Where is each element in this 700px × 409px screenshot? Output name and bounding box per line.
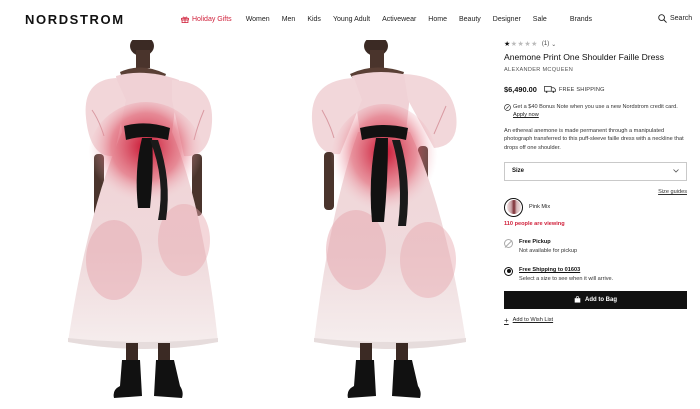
search-icon <box>658 14 667 23</box>
nav-beauty[interactable]: Beauty <box>459 16 481 23</box>
main-nav: Holiday Gifts Women Men Kids Young Adult… <box>181 16 604 23</box>
nav-kids[interactable]: Kids <box>307 16 321 23</box>
promo-text: Get a $40 Bonus Note when you use a new … <box>513 104 678 110</box>
shipping-radio[interactable] <box>504 266 513 276</box>
chevron-down-icon: ⌄ <box>551 41 557 48</box>
add-to-bag-label: Add to Bag <box>585 296 617 303</box>
nav-men[interactable]: Men <box>282 16 296 23</box>
star-icon: ★ <box>504 41 511 48</box>
product-image-front[interactable] <box>54 40 234 409</box>
size-select[interactable]: Size <box>504 161 687 181</box>
shipping-title[interactable]: Free Shipping to 01603 <box>519 267 613 273</box>
nav-young-adult[interactable]: Young Adult <box>333 16 370 23</box>
price-row: $6,490.00 FREE SHIPPING <box>504 85 687 94</box>
nordstrom-logo[interactable]: NORDSTROM <box>25 12 125 27</box>
product-description: An ethereal anemone is made permanent th… <box>504 128 684 151</box>
bonus-note-icon <box>504 103 511 111</box>
free-shipping-label: FREE SHIPPING <box>558 86 605 93</box>
nav-designer[interactable]: Designer <box>493 16 521 23</box>
truck-icon <box>543 86 556 93</box>
brand-link[interactable]: ALEXANDER MCQUEEN <box>504 67 687 73</box>
search-button[interactable]: Search <box>658 14 692 23</box>
color-selector: Pink Mix <box>504 197 687 217</box>
gift-icon <box>181 16 189 23</box>
search-label: Search <box>670 15 693 22</box>
size-select-label: Size <box>512 168 525 175</box>
apply-now-link[interactable]: Apply now <box>513 111 678 119</box>
chevron-down-icon <box>673 169 679 173</box>
size-guides-link[interactable]: Size guides <box>504 189 687 195</box>
product-price: $6,490.00 <box>504 85 537 94</box>
free-pickup-option[interactable]: Free Pickup Not available for pickup <box>504 238 687 254</box>
swatch-image <box>506 200 521 215</box>
review-count: (1) <box>541 41 550 47</box>
star-rating: ★★★★★ <box>504 40 538 48</box>
rating-row[interactable]: ★★★★★ (1) ⌄ <box>504 38 687 50</box>
nav-home[interactable]: Home <box>428 16 447 23</box>
viewing-count: 110 people are viewing <box>504 220 565 227</box>
pickup-subtext: Not available for pickup <box>519 247 578 254</box>
nav-holiday-gifts[interactable]: Holiday Gifts <box>181 16 232 23</box>
nav-holiday-gifts-label: Holiday Gifts <box>192 16 232 23</box>
credit-card-promo: Get a $40 Bonus Note when you use a new … <box>504 103 687 119</box>
product-title: Anemone Print One Shoulder Faille Dress <box>504 52 665 62</box>
add-to-bag-button[interactable]: Add to Bag <box>504 290 687 309</box>
dress-photo-side <box>311 40 466 398</box>
nav-women[interactable]: Women <box>246 16 270 23</box>
color-name: Pink Mix <box>529 204 551 211</box>
free-shipping-option[interactable]: Free Shipping to 01603 Select a size to … <box>504 266 687 282</box>
wishlist-label: Add to Wish List <box>512 317 554 324</box>
site-header: NORDSTROM Holiday Gifts Women Men Kids Y… <box>0 0 700 40</box>
shipping-subtext: Select a size to see when it will arrive… <box>519 275 614 282</box>
bag-icon <box>574 296 581 303</box>
pickup-title: Free Pickup <box>519 238 551 245</box>
nav-sale[interactable]: Sale <box>533 16 547 23</box>
plus-icon: + <box>504 315 509 325</box>
star-empty-icon: ★★★★ <box>510 41 538 48</box>
product-image-side[interactable] <box>300 40 480 409</box>
dress-photo-front <box>68 40 218 398</box>
nav-activewear[interactable]: Activewear <box>382 16 416 23</box>
color-swatch-pink-mix[interactable] <box>504 197 523 217</box>
add-to-wishlist-link[interactable]: + Add to Wish List <box>504 316 687 325</box>
product-details: ★★★★★ (1) ⌄ Anemone Print One Shoulder F… <box>504 38 687 325</box>
nav-brands[interactable]: Brands <box>570 16 592 23</box>
pickup-radio[interactable] <box>504 238 513 248</box>
